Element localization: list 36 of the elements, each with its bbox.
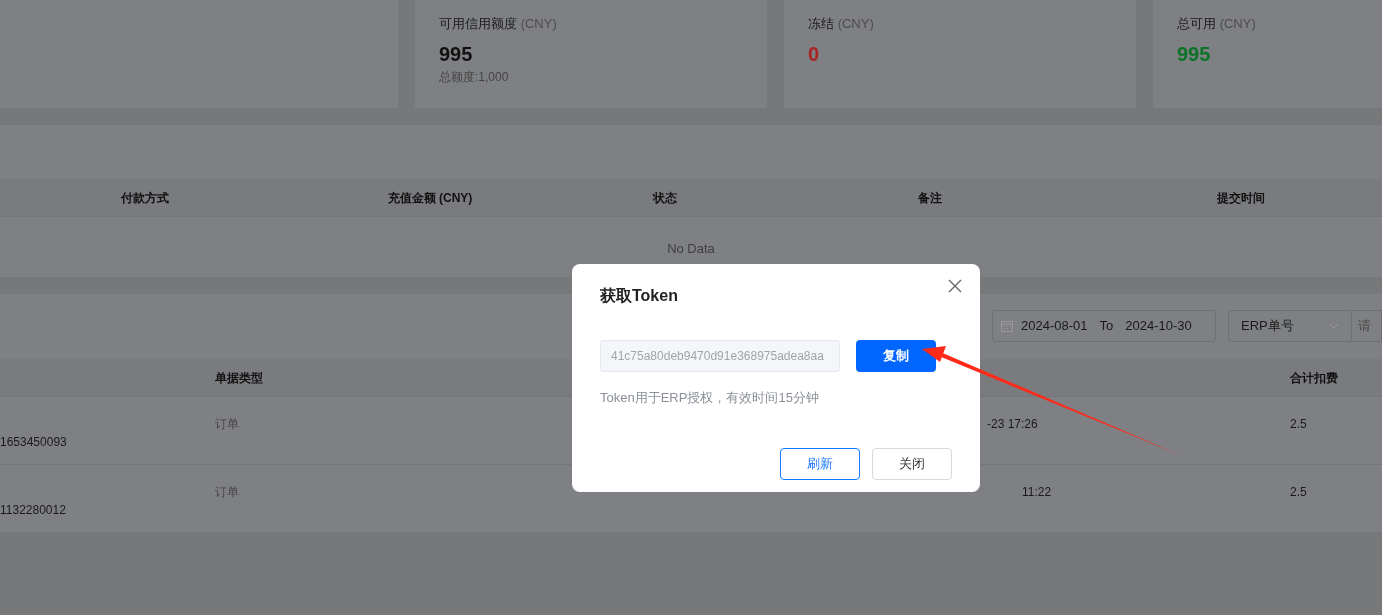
dialog-button[interactable]: 关闭 — [872, 447, 952, 480]
stat-subtext: 总额度:1,000 — [439, 68, 510, 86]
column-header: 状态 — [651, 189, 678, 207]
chevron-down-icon — [1329, 323, 1339, 329]
close-icon — [948, 279, 962, 293]
hint-text: Token用于ERP授权，有效时间15分钟 — [600, 389, 820, 407]
calendar-icon — [1001, 320, 1013, 332]
empty-text: No Data — [666, 240, 716, 258]
table-cell: 订单 — [215, 485, 239, 499]
table-cell: 1653450093 — [0, 435, 67, 449]
search-field[interactable]: 请 — [1352, 310, 1382, 342]
column-header: 充值金额 (CNY) — [386, 189, 474, 207]
search-type-select[interactable]: ERP单号 — [1228, 310, 1352, 342]
column-header: 备注 — [917, 189, 943, 207]
token-field[interactable]: 41c75a80deb9470d91e368975adea8aa — [600, 340, 840, 372]
table-cell: 订单 — [215, 417, 239, 431]
stat-value: 995 — [439, 41, 474, 66]
dialog-title: 获取Token — [600, 286, 679, 306]
stat-value: 995 — [1177, 41, 1212, 66]
column-header: 合计扣费 — [1290, 369, 1339, 387]
dialog-button[interactable]: 刷新 — [780, 447, 860, 480]
table-cell: 2.5 — [1290, 417, 1307, 431]
close-button[interactable] — [948, 278, 964, 294]
column-header: 单据类型 — [215, 369, 264, 387]
table-cell: -23 17:26 — [987, 417, 1038, 431]
date-to: 2024-10-30 — [1125, 317, 1192, 336]
date-range-field[interactable]: 2024-08-01 To 2024-10-30 — [992, 310, 1216, 342]
date-from: 2024-08-01 — [1021, 317, 1088, 336]
date-separator: To — [1099, 317, 1114, 336]
copy-button[interactable]: 复制 — [856, 340, 936, 372]
stat-value: 0 — [808, 41, 821, 66]
table-cell: 11:22 — [1022, 485, 1052, 499]
column-header: 付款方式 — [119, 189, 170, 207]
column-header: 提交时间 — [1216, 189, 1266, 207]
table-cell: 2.5 — [1290, 485, 1307, 499]
table-cell: 1132280012 — [0, 503, 66, 517]
